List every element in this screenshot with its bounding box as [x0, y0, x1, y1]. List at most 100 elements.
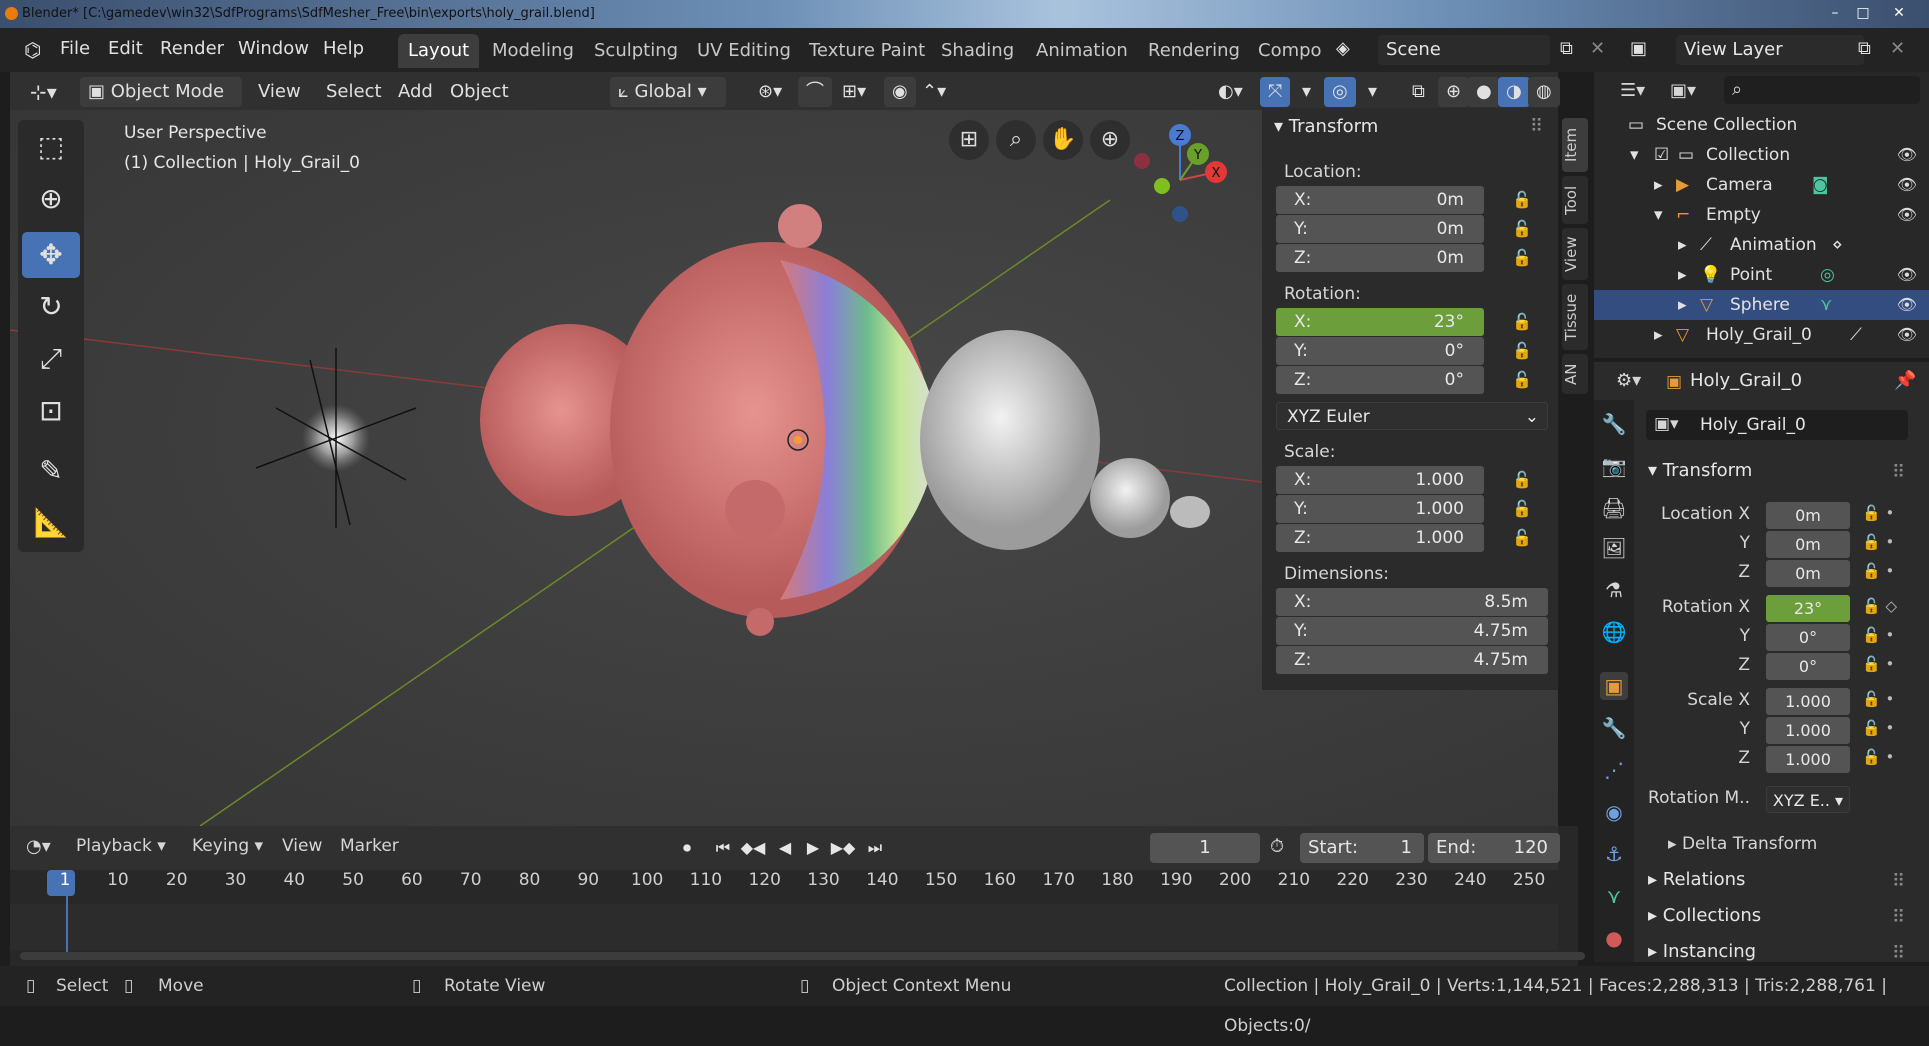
tab-layout[interactable]: Layout	[398, 34, 480, 68]
material-tab-icon[interactable]: ●	[1600, 924, 1628, 952]
tab-sculpting[interactable]: Sculpting	[584, 34, 688, 68]
scale-z-field[interactable]: Z: 1.000	[1276, 524, 1484, 552]
close-icon[interactable]: ✕	[1886, 3, 1912, 23]
move-icon[interactable]: ✥	[22, 232, 80, 278]
snap-target-icon[interactable]: ⊞▾	[834, 77, 874, 107]
overlay-dropdown-icon[interactable]: ▾	[1360, 77, 1385, 107]
eye-icon[interactable]: 👁	[1897, 290, 1917, 320]
drag-handle-icon[interactable]: ⠿	[1892, 462, 1905, 483]
timeline-track[interactable]	[10, 904, 1558, 950]
pin-icon[interactable]: 📌	[1894, 370, 1916, 391]
rendered-shading-icon[interactable]: ◍	[1528, 77, 1560, 107]
view-layer-tab-icon[interactable]: 🖼	[1600, 534, 1628, 562]
outliner-row-point[interactable]: ▸ 💡 Point ◎ 👁	[1594, 260, 1929, 290]
play-reverse-icon[interactable]: ◀	[772, 835, 798, 861]
lock-icon[interactable]: 🔓 •	[1862, 748, 1894, 766]
zoom-icon[interactable]: ⊕	[1090, 120, 1130, 160]
physics-tab-icon[interactable]: ◉	[1600, 798, 1628, 826]
timeline-scrollbar[interactable]	[20, 952, 1585, 960]
tab-an[interactable]: AN	[1562, 354, 1588, 394]
tab-animation[interactable]: Animation	[1026, 34, 1138, 68]
menu-window[interactable]: Window	[238, 38, 309, 59]
eye-icon[interactable]: 👁	[1897, 170, 1917, 200]
drag-handle-icon[interactable]: ⠿	[1892, 871, 1905, 892]
eye-icon[interactable]: 👁	[1897, 140, 1917, 170]
overlay-toggle-icon[interactable]: ◎	[1324, 77, 1356, 107]
eye-icon[interactable]: 👁	[1897, 200, 1917, 230]
rotation-mode-dropdown[interactable]: XYZ Euler ⌄	[1276, 402, 1548, 430]
lock-icon[interactable]: 🔓	[1512, 470, 1532, 490]
tab-modeling[interactable]: Modeling	[482, 34, 584, 68]
jump-end-icon[interactable]: ⏭	[862, 835, 888, 861]
modifier-tab-icon[interactable]: 🔧	[1600, 714, 1628, 742]
drag-handle-icon[interactable]: ⠿	[1892, 907, 1905, 928]
transform-panel-header[interactable]: ▾ Transform	[1274, 116, 1378, 137]
lock-icon[interactable]: 🔓	[1512, 528, 1532, 548]
eye-icon[interactable]: 👁	[1897, 320, 1917, 350]
prop-scale-y[interactable]: 1.000	[1766, 717, 1850, 744]
eye-icon[interactable]: 👁	[1897, 260, 1917, 290]
jump-keyframe-back-icon[interactable]: ◆◀	[740, 835, 766, 861]
minimize-icon[interactable]: –	[1822, 3, 1848, 23]
toggle-perspective-icon[interactable]: ⊞	[949, 120, 989, 160]
tab-tool[interactable]: Tool	[1562, 176, 1588, 224]
dimensions-x-field[interactable]: X: 8.5m	[1276, 588, 1548, 616]
measure-icon[interactable]: 📐	[22, 500, 80, 546]
lock-icon[interactable]: 🔓 •	[1862, 562, 1894, 580]
select-box-icon[interactable]: ⬚	[22, 124, 80, 170]
end-frame-field[interactable]: End: 120	[1428, 833, 1560, 863]
outliner-row-camera[interactable]: ▸ ▶ Camera ◙ 👁	[1594, 170, 1929, 200]
prop-location-x[interactable]: 0m	[1766, 502, 1850, 529]
render-tab-icon[interactable]: 📷	[1600, 452, 1628, 480]
rotate-icon[interactable]: ↻	[22, 284, 80, 330]
scene-icon[interactable]: ◈	[1336, 38, 1350, 59]
menu-render[interactable]: Render	[160, 38, 224, 59]
rotation-z-field[interactable]: Z: 0°	[1276, 366, 1484, 394]
scene-field[interactable]: Scene	[1378, 35, 1550, 65]
tab-item[interactable]: Item	[1562, 118, 1588, 172]
new-scene-icon[interactable]: ⧉	[1560, 38, 1573, 59]
lock-icon[interactable]: 🔓	[1512, 190, 1532, 210]
transform-icon[interactable]: ⊡	[22, 388, 80, 434]
editor-type-icon[interactable]: ⊹▾	[22, 77, 65, 107]
particles-tab-icon[interactable]: ⋰	[1600, 756, 1628, 784]
lock-icon[interactable]: 🔓 •	[1862, 626, 1894, 644]
menu-edit[interactable]: Edit	[108, 38, 143, 59]
output-tab-icon[interactable]: 🖨	[1600, 494, 1628, 522]
outliner-search-field[interactable]: ⌕	[1724, 76, 1920, 104]
camera-view-icon[interactable]: ⌕	[996, 120, 1036, 160]
falloff-icon[interactable]: ⌃▾	[914, 77, 954, 107]
lock-icon[interactable]: 🔓	[1512, 219, 1532, 239]
visibility-icon[interactable]: ◐▾	[1210, 77, 1251, 107]
prop-location-z[interactable]: 0m	[1766, 560, 1850, 587]
prop-rotation-x[interactable]: 23°	[1766, 595, 1850, 622]
lock-icon[interactable]: 🔓 •	[1862, 533, 1894, 551]
navigation-gizmo[interactable]: Z X Y	[1120, 120, 1240, 240]
menu-keying[interactable]: Keying ▾	[192, 836, 263, 856]
gizmo-dropdown-icon[interactable]: ▾	[1294, 77, 1319, 107]
pan-hand-icon[interactable]: ✋	[1043, 120, 1083, 160]
scene-tab-icon[interactable]: ⚗	[1600, 576, 1628, 604]
scale-y-field[interactable]: Y: 1.000	[1276, 495, 1484, 523]
display-mode-icon[interactable]: ▣▾	[1670, 80, 1696, 101]
timeline-editor-icon[interactable]: ◔▾	[26, 836, 51, 857]
stopwatch-icon[interactable]: ⏱	[1270, 836, 1284, 857]
view-layer-icon[interactable]: ▣	[1630, 38, 1647, 59]
outliner-row-scene-collection[interactable]: ▭ Scene Collection	[1594, 110, 1929, 140]
menu-object[interactable]: Object	[442, 77, 517, 107]
lock-icon[interactable]: 🔓 •	[1862, 655, 1894, 673]
remove-view-layer-icon[interactable]: ✕	[1890, 38, 1905, 59]
drag-handle-icon[interactable]: ⠿	[1530, 116, 1543, 137]
scale-icon[interactable]: ⤢	[22, 336, 80, 382]
keyframe-icon[interactable]: 🔓 ◇	[1862, 597, 1897, 615]
outliner-row-sphere[interactable]: ▸ ▽ Sphere ⋎ 👁	[1594, 290, 1929, 320]
maximize-icon[interactable]: □	[1850, 3, 1876, 23]
dimensions-z-field[interactable]: Z: 4.75m	[1276, 646, 1548, 674]
tab-shading[interactable]: Shading	[931, 34, 1024, 68]
prop-rotation-z[interactable]: 0°	[1766, 653, 1850, 680]
menu-view[interactable]: View	[250, 77, 309, 107]
object-name-field[interactable]: ▣▾ Holy_Grail_0	[1646, 410, 1908, 440]
blender-menu-icon[interactable]: ⌬	[24, 38, 41, 62]
new-view-layer-icon[interactable]: ⧉	[1858, 38, 1871, 59]
rotation-x-field[interactable]: X: 23°	[1276, 308, 1484, 336]
